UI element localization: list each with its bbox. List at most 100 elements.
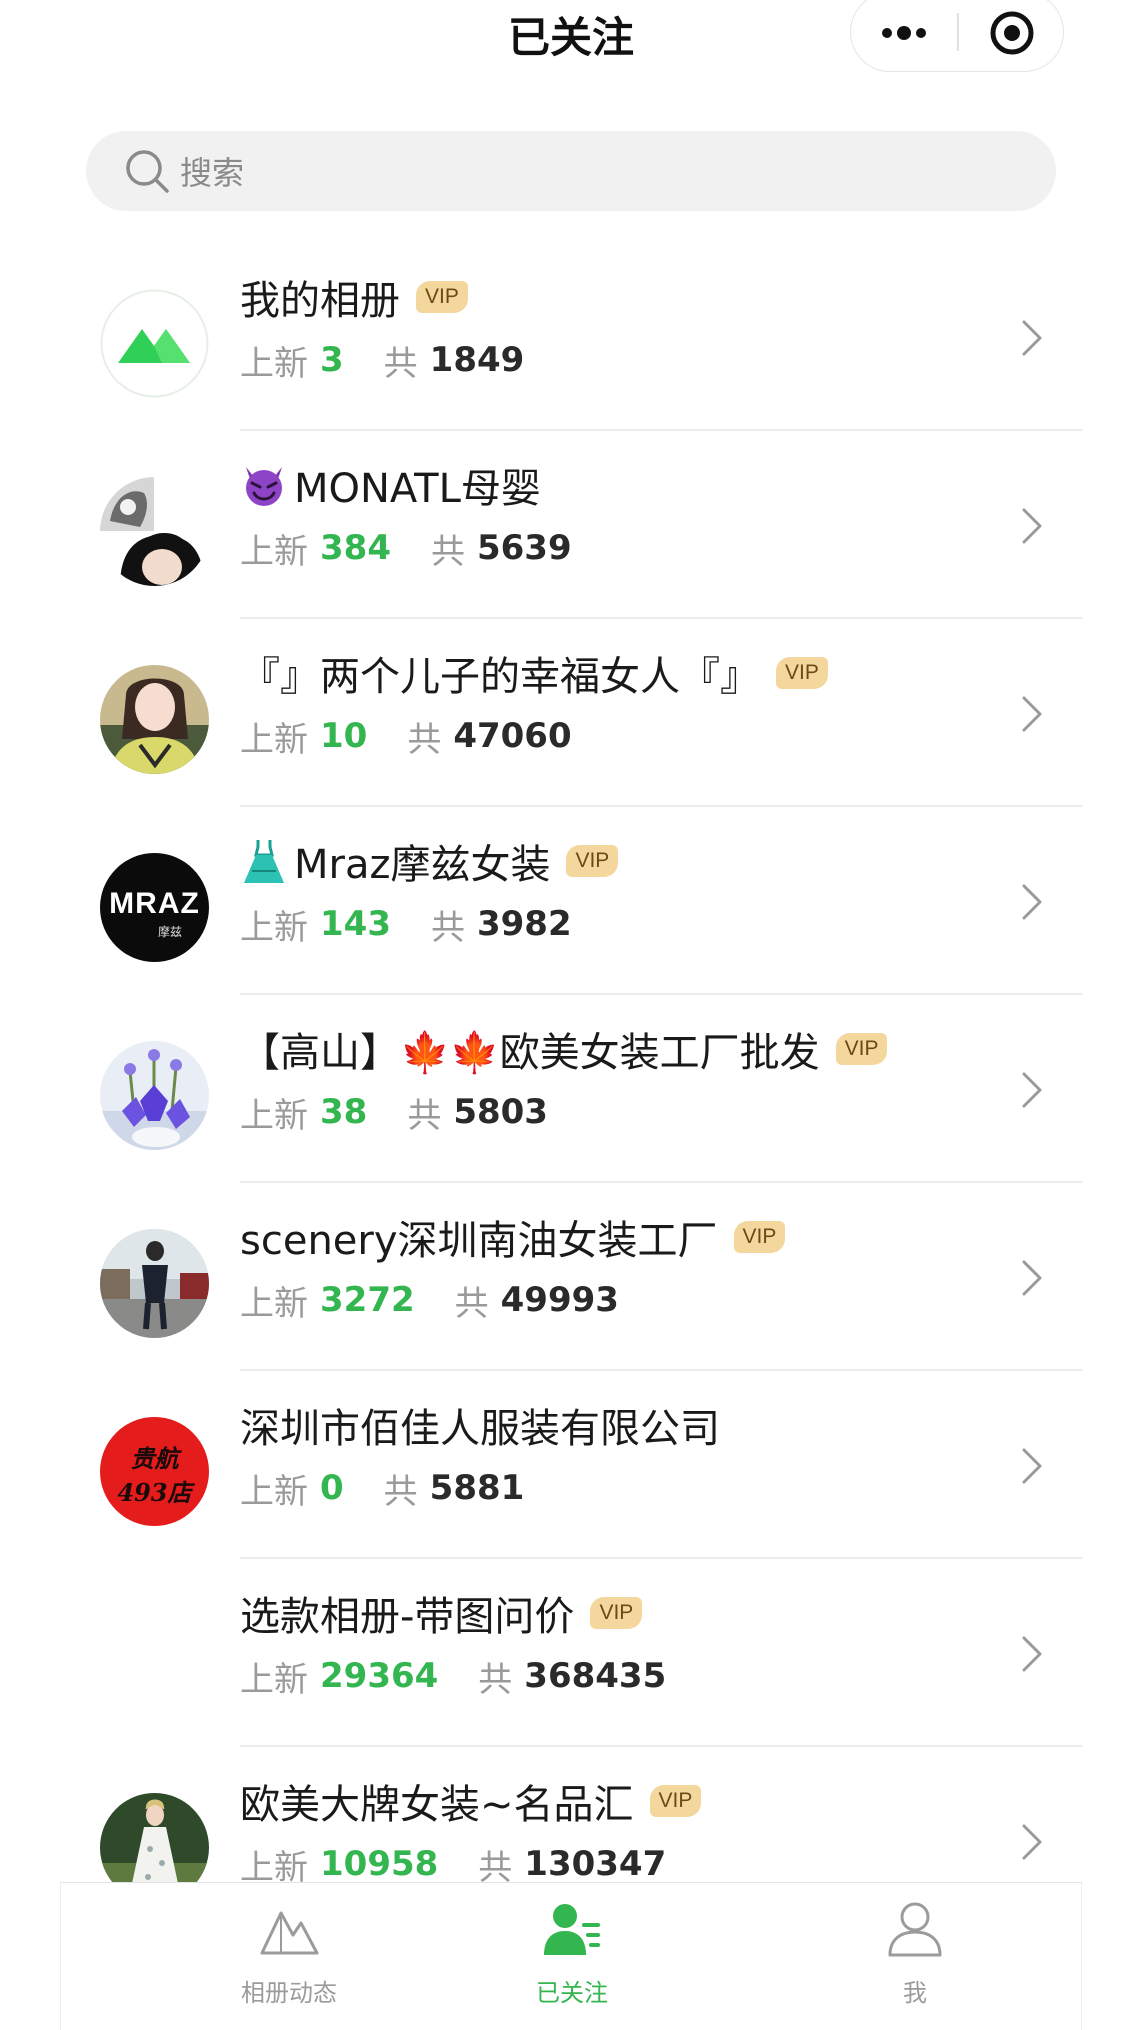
new-label: 上新 <box>240 343 308 384</box>
album-name: MONATL母婴 <box>294 466 541 512</box>
album-name: 『』两个儿子的幸福女人『』 <box>240 654 760 700</box>
chevron-right-icon <box>1022 508 1042 544</box>
album-row[interactable]: MONATL母婴上新 384 共 5639 <box>0 430 1142 619</box>
album-row[interactable]: 『』两个儿子的幸福女人『』 VIP 上新 10 共 47060 <box>0 618 1142 807</box>
total-count: 1849 <box>429 340 525 380</box>
album-title: scenery深圳南油女装工厂 VIP <box>240 1212 786 1264</box>
total-label: 共 <box>430 531 465 572</box>
total-label: 共 <box>478 1659 513 1700</box>
album-avatar <box>100 665 209 774</box>
album-stats: 上新 143 共 3982 <box>240 902 572 948</box>
close-mini-program-button[interactable] <box>959 0 1065 73</box>
followed-user-icon <box>544 1904 600 1955</box>
vip-badge: VIP <box>416 281 468 313</box>
vip-badge: VIP <box>835 1033 888 1065</box>
album-avatar <box>100 1793 209 1882</box>
more-menu-button[interactable] <box>851 0 957 73</box>
total-label: 共 <box>383 343 418 384</box>
new-label: 上新 <box>240 907 308 948</box>
album-stats: 上新 3272 共 49993 <box>240 1278 619 1324</box>
album-title: 『』两个儿子的幸福女人『』 VIP <box>240 648 828 700</box>
album-name: 深圳市佰佳人服装有限公司 <box>240 1406 720 1452</box>
total-count: 5803 <box>453 1092 548 1132</box>
album-row[interactable]: scenery深圳南油女装工厂 VIP 上新 3272 共 49993 <box>0 1182 1142 1371</box>
album-title: 【高山】🍁🍁欧美女装工厂批发 VIP <box>240 1024 888 1076</box>
tab-me[interactable]: 我 <box>815 1883 1015 2030</box>
album-stats: 上新 0 共 5881 <box>240 1466 525 1512</box>
tab-label: 我 <box>903 1979 927 2007</box>
album-name: scenery深圳南油女装工厂 <box>240 1218 718 1264</box>
mountain-icon <box>260 1911 319 1955</box>
nav-bar: 已关注 <box>0 0 1142 72</box>
chevron-right-icon <box>1022 1448 1042 1484</box>
target-circle-icon <box>990 11 1034 55</box>
album-avatar <box>100 1229 209 1338</box>
tab-label: 相册动态 <box>241 1979 337 2007</box>
album-name: 选款相册-带图问价 <box>240 1594 575 1640</box>
total-label: 共 <box>454 1283 489 1324</box>
tab-album-feed[interactable]: 相册动态 <box>189 1883 389 2030</box>
album-row[interactable]: MRAZ 摩兹 Mraz摩兹女装 VIP 上新 143 共 3982 <box>0 806 1142 995</box>
total-count: 130347 <box>524 1844 667 1882</box>
vip-badge: VIP <box>776 657 828 689</box>
tab-followed[interactable]: 已关注 <box>472 1883 672 2030</box>
album-name: 【高山】🍁🍁欧美女装工厂批发 <box>240 1030 820 1076</box>
mini-program-capsule <box>850 0 1064 72</box>
album-name: Mraz摩兹女装 <box>294 842 551 888</box>
chevron-right-icon <box>1022 320 1042 356</box>
album-row[interactable]: 【高山】🍁🍁欧美女装工厂批发 VIP 上新 38 共 5803 <box>0 994 1142 1183</box>
vip-badge: VIP <box>566 845 619 877</box>
new-label: 上新 <box>240 1847 308 1883</box>
album-row[interactable]: 我的相册 VIP 上新 3 共 1849 <box>0 242 1142 431</box>
new-label: 上新 <box>240 531 308 572</box>
album-name: 欧美大牌女装~名品汇 <box>240 1782 634 1828</box>
search-input[interactable]: 搜索 <box>86 131 1056 211</box>
new-label: 上新 <box>240 719 308 760</box>
avatar-seal-subtext: 493店 <box>117 1478 192 1507</box>
album-row[interactable]: 选款相册-带图问价 VIP 上新 29364 共 368435 <box>0 1558 1142 1747</box>
album-title: 选款相册-带图问价 VIP <box>240 1588 643 1640</box>
new-count: 38 <box>320 1092 368 1132</box>
chevron-right-icon <box>1022 884 1042 920</box>
album-title: Mraz摩兹女装 VIP <box>240 836 619 888</box>
album-stats: 上新 384 共 5639 <box>240 526 572 572</box>
total-label: 共 <box>407 1095 442 1136</box>
total-count: 5881 <box>429 1468 525 1508</box>
new-count: 10958 <box>320 1844 439 1882</box>
album-row[interactable]: 欧美大牌女装~名品汇 VIP 上新 10958 共 130347 <box>0 1746 1142 1882</box>
album-stats: 上新 38 共 5803 <box>240 1090 548 1136</box>
album-avatar: 贵航 493店 <box>100 1417 209 1526</box>
new-label: 上新 <box>240 1471 308 1512</box>
album-avatar <box>100 477 209 586</box>
new-label: 上新 <box>240 1095 308 1136</box>
album-title: 欧美大牌女装~名品汇 VIP <box>240 1776 702 1828</box>
album-stats: 上新 29364 共 368435 <box>240 1654 667 1700</box>
total-count: 5639 <box>476 528 572 568</box>
album-avatar <box>100 1041 209 1150</box>
total-count: 3982 <box>476 904 572 944</box>
new-label: 上新 <box>240 1659 308 1700</box>
album-stats: 上新 10 共 47060 <box>240 714 572 760</box>
chevron-right-icon <box>1022 1636 1042 1672</box>
tab-label: 已关注 <box>536 1979 608 2007</box>
chevron-right-icon <box>1022 696 1042 732</box>
new-count: 384 <box>320 528 391 568</box>
total-count: 368435 <box>524 1656 667 1696</box>
total-label: 共 <box>383 1471 418 1512</box>
album-stats: 上新 3 共 1849 <box>240 338 525 384</box>
user-icon <box>888 1902 942 1957</box>
album-title: 我的相册 VIP <box>240 272 468 324</box>
new-count: 3272 <box>320 1280 415 1320</box>
album-stats: 上新 10958 共 130347 <box>240 1842 666 1882</box>
album-avatar <box>100 289 209 398</box>
new-label: 上新 <box>240 1283 308 1324</box>
album-row[interactable]: 贵航 493店 深圳市佰佳人服装有限公司上新 0 共 5881 <box>0 1370 1142 1559</box>
new-count: 0 <box>320 1468 344 1508</box>
search-icon <box>126 150 169 193</box>
search-placeholder: 搜索 <box>180 154 245 192</box>
new-count: 10 <box>320 716 368 756</box>
total-label: 共 <box>430 907 465 948</box>
album-title: MONATL母婴 <box>240 460 541 512</box>
new-count: 29364 <box>320 1656 439 1696</box>
album-title: 深圳市佰佳人服装有限公司 <box>240 1400 720 1452</box>
